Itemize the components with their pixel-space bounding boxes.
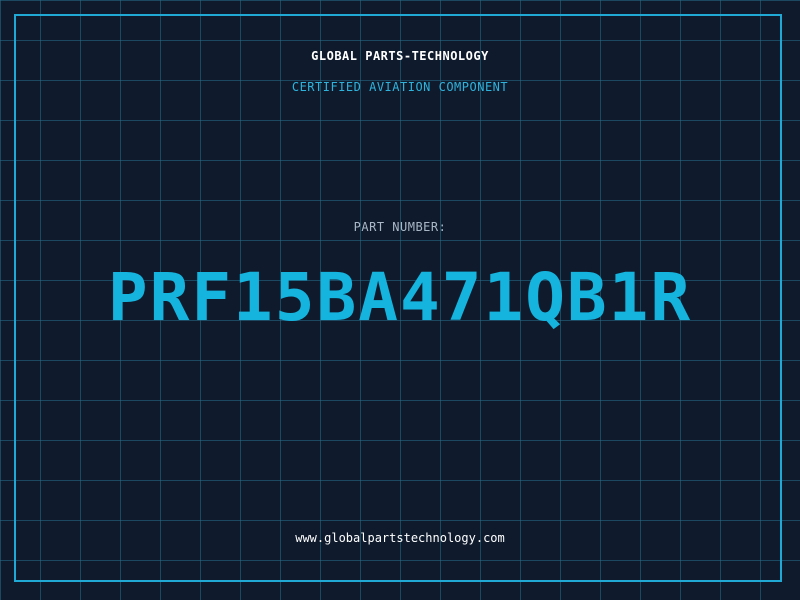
certification-tagline: CERTIFIED AVIATION COMPONENT: [291, 80, 509, 94]
part-number-value: PRF15BA471QB1R: [107, 259, 693, 336]
part-number-label: PART NUMBER:: [353, 220, 447, 234]
website-url: www.globalpartstechnology.com: [295, 531, 505, 545]
company-name: GLOBAL PARTS-TECHNOLOGY: [311, 49, 489, 63]
part-number-card: GLOBAL PARTS-TECHNOLOGY CERTIFIED AVIATI…: [0, 0, 800, 600]
